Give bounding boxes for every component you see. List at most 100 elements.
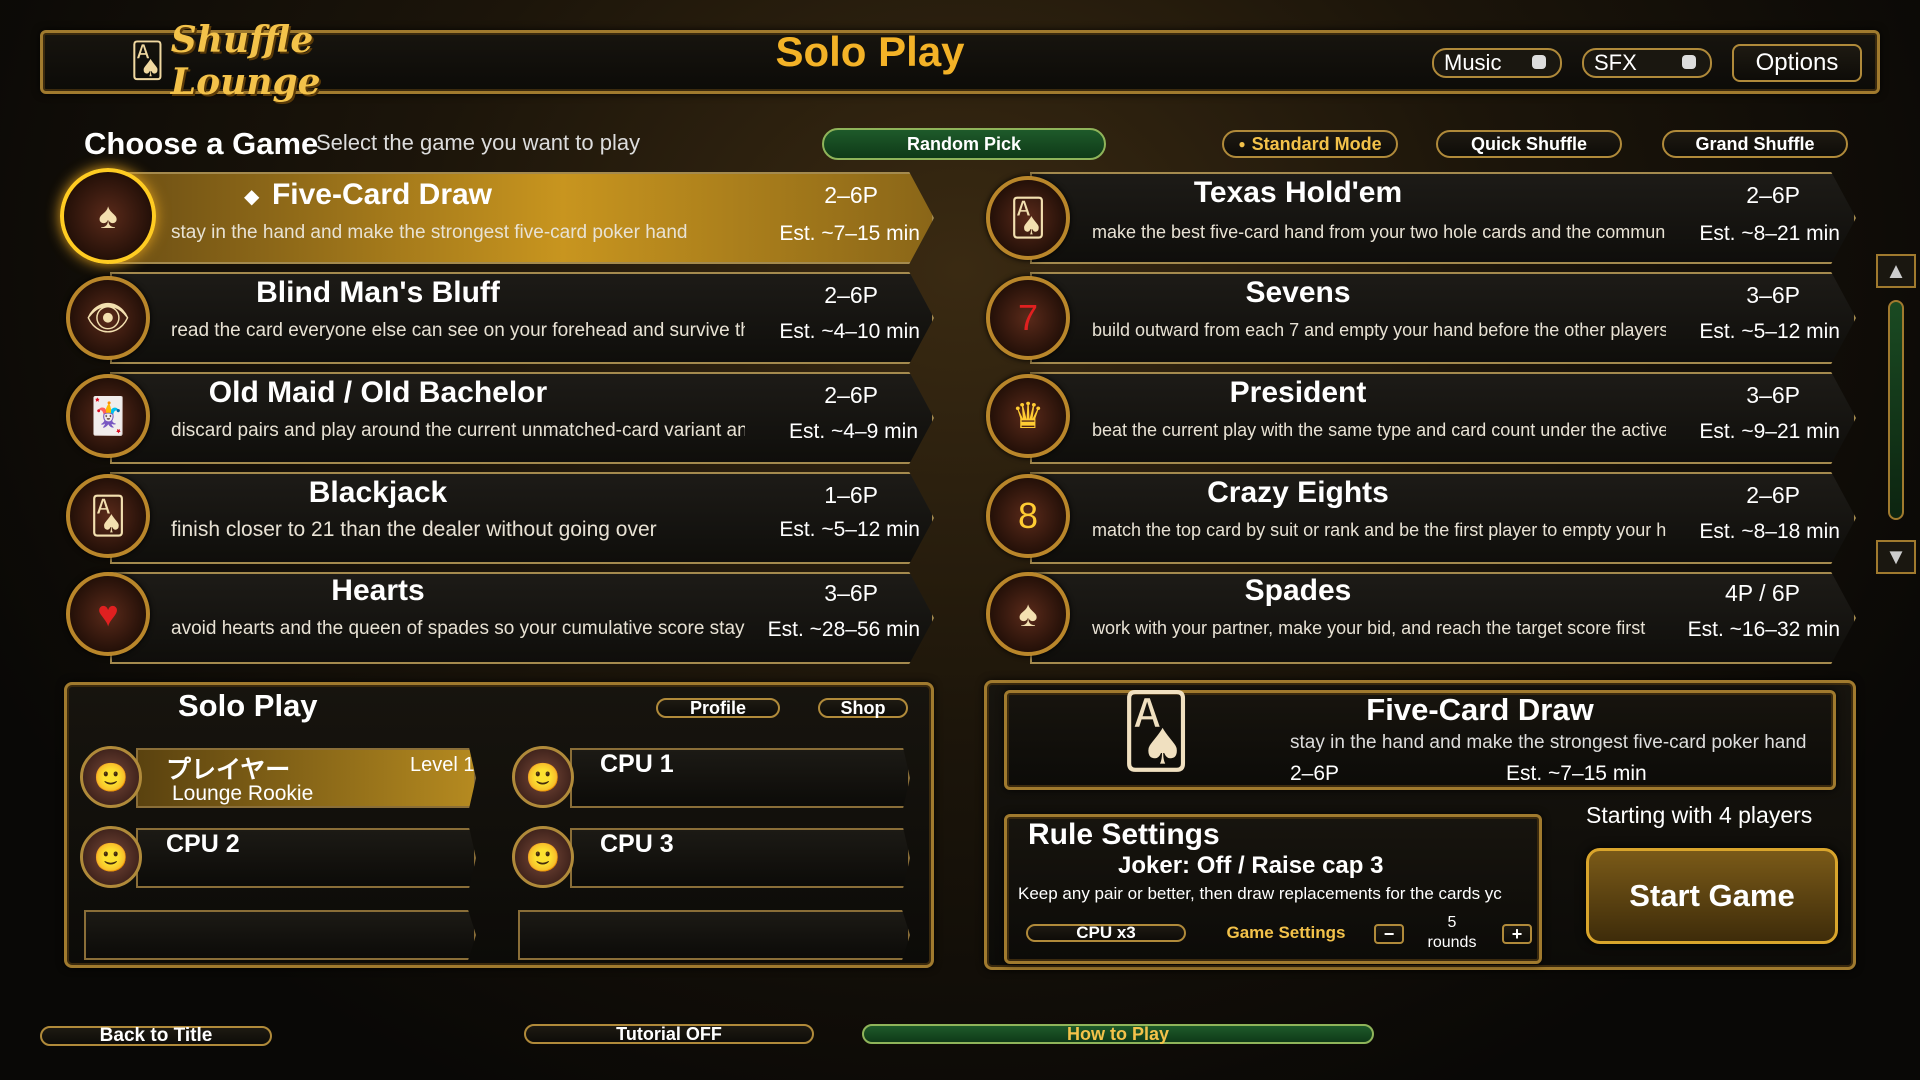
game-time: Est. ~8–18 min — [1699, 520, 1840, 543]
tutorial-label: Tutorial OFF — [616, 1023, 722, 1044]
spade-icon[interactable]: ♠ — [986, 572, 1070, 656]
game-players: 3–6P — [824, 580, 878, 606]
minus-icon: − — [1383, 923, 1395, 944]
game-name: Five-Card Draw — [271, 178, 493, 211]
game-desc: beat the current play with the same type… — [1092, 420, 1666, 440]
options-button[interactable]: Options — [1732, 44, 1862, 82]
game-desc: avoid hearts and the queen of spades so … — [171, 618, 745, 639]
seven-icon[interactable]: 7 — [986, 276, 1070, 360]
rounds-unit: rounds — [1427, 934, 1477, 951]
choose-title: Choose a Game — [84, 126, 319, 161]
sfx-label: SFX — [1594, 50, 1637, 75]
random-pick-label: Random Pick — [906, 133, 1022, 154]
game-desc: discard pairs and play around the curren… — [171, 420, 745, 441]
heart-icon[interactable]: ♥ — [66, 572, 150, 656]
logo-text: Shuffle Lounge — [170, 19, 321, 103]
scroll-up-button[interactable]: ▲ — [1876, 254, 1916, 288]
poker-chip-icon[interactable]: ♠ — [60, 168, 156, 264]
start-game-button[interactable]: Start Game — [1586, 848, 1838, 944]
solo-title: Solo Play — [178, 688, 318, 723]
game-time: Est. ~5–12 min — [779, 518, 920, 541]
game-settings-label: Game Settings — [1226, 923, 1346, 942]
game-desc: make the best five-card hand from your t… — [1092, 222, 1666, 242]
shop-label: Shop — [840, 697, 886, 718]
detail-cards-icon: 🂡 — [1120, 692, 1192, 770]
shop-button[interactable]: Shop — [818, 698, 908, 718]
plus-icon: + — [1511, 923, 1523, 944]
game-players: 2–6P — [824, 182, 878, 208]
rules-summary: Joker: Off / Raise cap 3 — [1118, 852, 1384, 879]
cpu-name: CPU 2 — [166, 830, 240, 858]
game-time: Est. ~9–21 min — [1699, 420, 1840, 443]
game-desc: stay in the hand and make the strongest … — [171, 222, 688, 243]
back-to-title-label: Back to Title — [99, 1025, 213, 1046]
sfx-toggle[interactable]: SFX — [1582, 48, 1712, 78]
starting-players: Starting with 4 players — [1586, 802, 1813, 828]
rounds-minus-button[interactable]: − — [1374, 924, 1404, 944]
cpu-name: CPU 1 — [600, 750, 674, 778]
game-desc: finish closer to 21 than the dealer with… — [171, 518, 657, 541]
rounds-value: 5 — [1447, 914, 1457, 931]
game-time: Est. ~16–32 min — [1687, 618, 1840, 641]
cards-icon[interactable]: 🂡 — [66, 474, 150, 558]
music-knob — [1532, 55, 1546, 69]
game-name: Blackjack — [308, 476, 448, 509]
empty-slot[interactable] — [84, 910, 476, 960]
game-players: 2–6P — [1746, 182, 1800, 208]
cpu-avatar: 🙂 — [512, 826, 574, 888]
game-settings-button[interactable]: Game Settings — [1212, 923, 1360, 942]
crown-icon[interactable]: ♛ — [986, 374, 1070, 458]
game-time: Est. ~4–10 min — [779, 320, 920, 343]
rounds-plus-button[interactable]: + — [1502, 924, 1532, 944]
game-desc: match the top card by suit or rank and b… — [1092, 520, 1666, 540]
tutorial-toggle[interactable]: Tutorial OFF — [524, 1024, 814, 1044]
detail-time: Est. ~7–15 min — [1506, 762, 1647, 785]
detail-desc: stay in the hand and make the strongest … — [1290, 732, 1807, 753]
profile-button[interactable]: Profile — [656, 698, 780, 718]
empty-slot[interactable] — [518, 910, 910, 960]
scrollbar-track[interactable] — [1888, 300, 1904, 520]
game-desc: build outward from each 7 and empty your… — [1092, 320, 1666, 340]
game-time: Est. ~7–15 min — [779, 222, 920, 245]
cpu-avatar: 🙂 — [512, 746, 574, 808]
game-time: Est. ~8–21 min — [1699, 222, 1840, 245]
game-name: Texas Hold'em — [1193, 176, 1403, 209]
cpu-count-button[interactable]: CPU x3 — [1026, 923, 1186, 942]
start-game-label: Start Game — [1629, 878, 1795, 913]
mode-grand-shuffle[interactable]: Grand Shuffle — [1662, 130, 1848, 158]
music-toggle[interactable]: Music — [1432, 48, 1562, 78]
cpu-name: CPU 3 — [600, 830, 674, 858]
game-name: Old Maid / Old Bachelor — [208, 376, 548, 409]
music-label: Music — [1444, 50, 1502, 75]
player-name: プレイヤー — [166, 756, 291, 784]
detail-name: Five-Card Draw — [1366, 692, 1594, 727]
game-players: 2–6P — [824, 282, 878, 308]
cpu-avatar: 🙂 — [80, 826, 142, 888]
cards-icon[interactable]: 🂡 — [986, 176, 1070, 260]
cpu-count-label: CPU x3 — [1076, 923, 1136, 942]
game-players: 1–6P — [824, 482, 878, 508]
game-players: 2–6P — [1746, 482, 1800, 508]
mode-quick-shuffle[interactable]: Quick Shuffle — [1436, 130, 1622, 158]
scroll-down-button[interactable]: ▼ — [1876, 540, 1916, 574]
game-time: Est. ~5–12 min — [1699, 320, 1840, 343]
game-desc: work with your partner, make your bid, a… — [1092, 618, 1646, 638]
rules-title: Rule Settings — [1028, 818, 1220, 851]
back-to-title-button[interactable]: Back to Title — [40, 1025, 272, 1046]
page-title: Solo Play — [775, 28, 965, 75]
detail-players: 2–6P — [1290, 762, 1340, 785]
eye-card-icon[interactable]: 👁 — [66, 276, 150, 360]
game-players: 2–6P — [824, 382, 878, 408]
game-name: Blind Man's Bluff — [256, 276, 500, 309]
player-level: Level 1 — [410, 754, 475, 776]
random-pick-button[interactable]: Random Pick — [822, 128, 1106, 160]
mode-standard[interactable]: ● Standard Mode — [1222, 130, 1398, 158]
mode-standard-dot-icon: ● — [1238, 137, 1246, 151]
mode-standard-label: Standard Mode — [1251, 133, 1382, 154]
how-to-play-button[interactable]: How to Play — [862, 1024, 1374, 1044]
mode-grand-label: Grand Shuffle — [1695, 133, 1815, 154]
rules-desc: Keep any pair or better, then draw repla… — [1018, 884, 1502, 903]
how-to-play-label: How to Play — [1066, 1023, 1169, 1044]
eight-icon[interactable]: 8 — [986, 474, 1070, 558]
jester-icon[interactable]: 🃏 — [66, 374, 150, 458]
